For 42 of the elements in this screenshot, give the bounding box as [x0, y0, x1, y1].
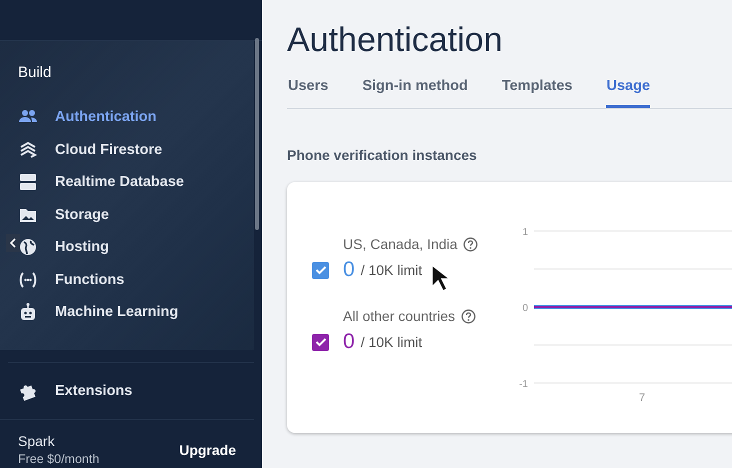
- braces-icon: [18, 270, 38, 290]
- limit-text: / 10K limit: [360, 262, 422, 278]
- nav-item[interactable]: Storage: [0, 198, 254, 231]
- nav-item[interactable]: Functions: [0, 264, 254, 296]
- server-icon: [18, 172, 38, 192]
- layers-icon: [18, 140, 38, 160]
- plan-price: Free $0/month: [18, 450, 100, 468]
- upgrade-button[interactable]: Upgrade: [179, 438, 236, 462]
- check-icon: [314, 337, 326, 347]
- scrollbar[interactable]: [255, 38, 259, 230]
- nav-item[interactable]: Cloud Firestore: [0, 134, 254, 166]
- check-icon: [314, 265, 326, 275]
- help-icon[interactable]: [461, 308, 476, 324]
- limit-text: / 10K limit: [360, 334, 422, 350]
- legend-label: US, Canada, India: [343, 236, 458, 252]
- axis-label: 0: [522, 303, 528, 314]
- count-value: 0: [343, 258, 355, 282]
- checkbox[interactable]: [312, 334, 329, 350]
- section-title: Phone verification instances: [287, 147, 478, 163]
- legend-label: All other countries: [343, 308, 456, 324]
- count-value: 0: [343, 330, 355, 354]
- section-title: Build: [17, 63, 52, 83]
- tab[interactable]: Usage: [606, 78, 650, 108]
- checkbox[interactable]: [312, 262, 329, 278]
- help-icon[interactable]: [463, 236, 478, 252]
- tab[interactable]: Sign-in method: [362, 78, 468, 108]
- globe-icon: [18, 237, 38, 258]
- nav-item[interactable]: Authentication: [0, 101, 254, 134]
- nav-item[interactable]: Realtime Database: [0, 166, 254, 198]
- robot-icon: [18, 302, 38, 322]
- chevron-left-icon: [9, 238, 17, 248]
- collapse-button[interactable]: [6, 234, 20, 252]
- axis-label: 7: [638, 392, 646, 404]
- page-title: Authentication: [287, 20, 504, 60]
- tab[interactable]: Templates: [502, 78, 572, 108]
- nav-item[interactable]: Hosting: [0, 231, 254, 264]
- axis-label: 1: [522, 227, 528, 238]
- nav-item[interactable]: Machine Learning: [0, 296, 254, 328]
- axis-label: -1: [519, 379, 528, 390]
- tab[interactable]: Users: [288, 78, 328, 108]
- nav-item[interactable]: Extensions: [0, 362, 254, 420]
- plan-name: Spark: [18, 432, 56, 450]
